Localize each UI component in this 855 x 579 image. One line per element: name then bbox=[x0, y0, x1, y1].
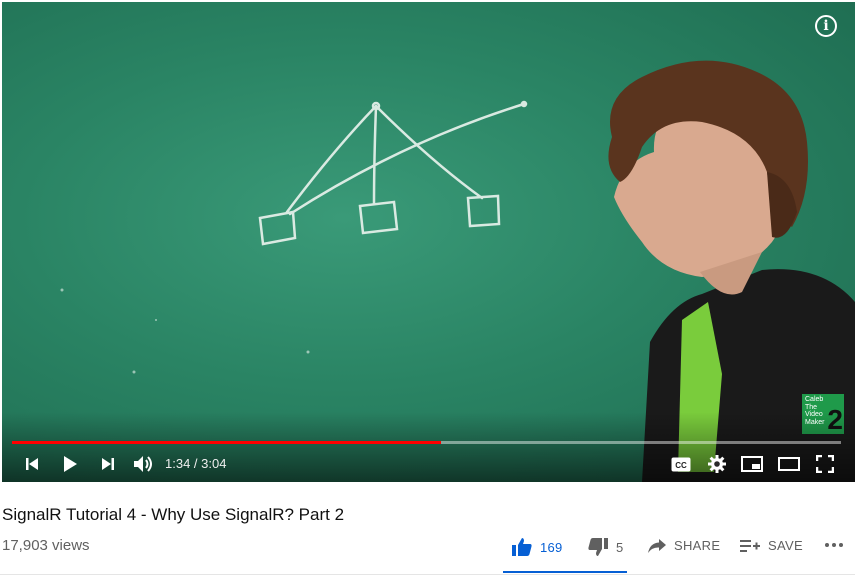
duration: 3:04 bbox=[201, 456, 227, 471]
share-label: SHARE bbox=[674, 538, 721, 553]
share-button[interactable]: SHARE bbox=[648, 538, 720, 553]
like-button[interactable]: 169 bbox=[512, 538, 563, 556]
like-ratio-bar bbox=[503, 571, 627, 573]
time-display: 1:34 / 3:04 bbox=[165, 456, 226, 471]
info-icon[interactable]: i bbox=[815, 15, 837, 37]
svg-text:CC: CC bbox=[675, 461, 687, 470]
view-count: 17,903 views bbox=[2, 537, 90, 554]
share-arrow-icon bbox=[648, 538, 666, 553]
current-time: 1:34 bbox=[165, 456, 191, 471]
video-player[interactable]: i Caleb The Video Maker 2 bbox=[2, 2, 855, 482]
thumbs-up-icon bbox=[512, 538, 532, 556]
more-actions-button[interactable] bbox=[824, 542, 844, 548]
progress-played bbox=[12, 441, 441, 444]
settings-icon[interactable] bbox=[706, 452, 728, 476]
progress-bar[interactable] bbox=[12, 441, 841, 444]
thumbs-down-icon bbox=[588, 538, 608, 556]
miniplayer-icon[interactable] bbox=[740, 452, 764, 476]
theater-mode-icon[interactable] bbox=[777, 452, 801, 476]
dislike-count: 5 bbox=[616, 539, 624, 555]
volume-icon[interactable] bbox=[132, 452, 156, 476]
save-button[interactable]: SAVE bbox=[740, 538, 803, 553]
chalkboard-drawing bbox=[60, 60, 855, 482]
time-separator: / bbox=[190, 456, 202, 471]
watermark-text: Caleb The Video Maker bbox=[805, 396, 825, 426]
more-horizontal-icon bbox=[825, 543, 843, 547]
dislike-button[interactable]: 5 bbox=[588, 538, 624, 556]
save-label: SAVE bbox=[768, 538, 803, 553]
add-to-playlist-icon bbox=[740, 539, 760, 552]
fullscreen-icon[interactable] bbox=[814, 452, 836, 476]
divider bbox=[0, 574, 855, 575]
like-count: 169 bbox=[540, 539, 563, 555]
closed-captions-icon[interactable]: CC bbox=[670, 452, 692, 476]
play-icon[interactable] bbox=[58, 452, 82, 476]
video-title: SignalR Tutorial 4 - Why Use SignalR? Pa… bbox=[2, 505, 345, 524]
next-icon[interactable] bbox=[98, 452, 118, 476]
previous-icon[interactable] bbox=[22, 452, 42, 476]
